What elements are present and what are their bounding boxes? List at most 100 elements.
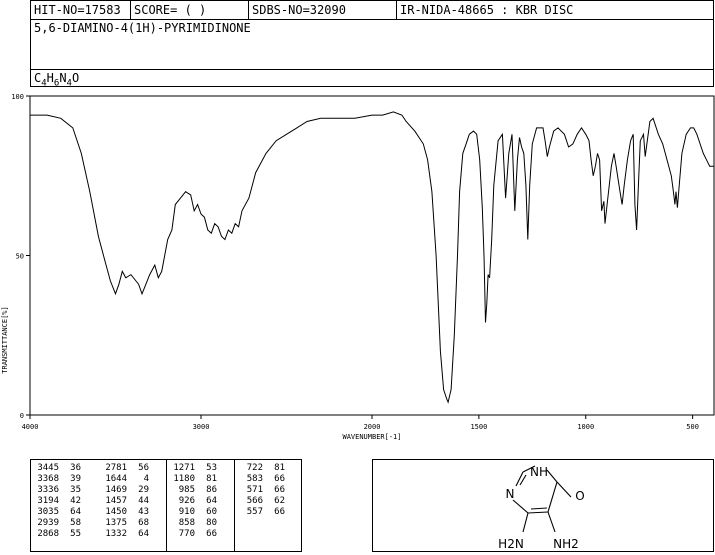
peak-transmittance: 62 [274,496,285,506]
peak-row: 1457 44 [99,496,149,507]
peak-wavenumber: 1271 [173,463,195,473]
y-axis-label: TRANSMITTANCE[%] [1,306,9,373]
score: SCORE= ( ) [134,3,207,17]
molecular-structure: NH N O H2N NH2 [498,465,585,551]
peak-row: 722 81 [235,463,285,474]
peak-wavenumber: 583 [246,474,263,484]
peak-wavenumber: 910 [178,507,195,517]
peak-transmittance: 66 [274,507,285,517]
peak-transmittance: 36 [70,463,81,473]
peak-wavenumber: 3035 [37,507,59,517]
peak-row: 858 80 [167,518,217,529]
peak-row: 557 66 [235,507,285,518]
peak-transmittance: 60 [206,507,217,517]
compound-name: 5,6-DIAMINO-4(1H)-PYRIMIDINONE [34,21,251,35]
peak-row: 910 60 [167,507,217,518]
peak-row: 985 86 [167,485,217,496]
peak-transmittance: 44 [138,496,149,506]
peak-row: 1450 43 [99,507,149,518]
x-tick-label: 3000 [193,423,210,431]
spectrum-line [30,111,714,404]
x-tick-label: 4000 [22,423,39,431]
peak-wavenumber: 2781 [105,463,127,473]
structure-label-n: N [506,487,515,501]
peak-transmittance: 81 [274,463,285,473]
peak-wavenumber: 926 [178,496,195,506]
peak-wavenumber: 2939 [37,518,59,528]
peak-transmittance: 81 [206,474,217,484]
peak-wavenumber: 1332 [105,529,127,539]
peak-wavenumber: 3336 [37,485,59,495]
peak-wavenumber: 1180 [173,474,195,484]
header-divider [396,1,397,19]
peak-column: 2781 56 1644 4 1469 29 1457 44 1450 43 1375 68 1332 6… [99,463,149,540]
header-rule [31,69,713,70]
peak-transmittance: 35 [70,485,81,495]
peak-transmittance: 64 [206,496,217,506]
y-tick-label: 100 [11,93,24,101]
peak-column: 722 81 583 66 571 66 566 62 557 66 [235,463,285,518]
peak-row: 926 64 [167,496,217,507]
peak-row: 3368 39 [31,474,81,485]
peak-table: 3445 36 3368 39 3336 35 3194 42 3035 64 2939 58 2868… [30,459,302,552]
peak-transmittance: 42 [70,496,81,506]
peak-transmittance: 66 [274,485,285,495]
peak-transmittance: 86 [206,485,217,495]
header-rule [31,19,713,20]
peak-wavenumber: 557 [246,507,263,517]
sdbs-number: SDBS-NO=32090 [252,3,346,17]
peak-wavenumber: 1375 [105,518,127,528]
peak-wavenumber: 1644 [105,474,127,484]
peak-wavenumber: 770 [178,529,195,539]
peak-transmittance: 64 [138,529,149,539]
peak-wavenumber: 858 [178,518,195,528]
peak-row: 1180 81 [167,474,217,485]
peak-row: 2939 58 [31,518,81,529]
peak-row: 1332 64 [99,529,149,540]
peak-wavenumber: 3368 [37,474,59,484]
structure-label-nh2: NH2 [553,537,579,551]
structure-label-o: O [575,489,584,503]
plot-frame [29,95,715,416]
peak-row: 3445 36 [31,463,81,474]
peak-transmittance: 39 [70,474,81,484]
peak-wavenumber: 566 [246,496,263,506]
peak-wavenumber: 1469 [105,485,127,495]
peak-transmittance: 29 [138,485,149,495]
x-axis-label: WAVENUMBER[-1] [342,433,401,441]
peak-transmittance: 53 [206,463,217,473]
hit-number: HIT-NO=17583 [34,3,121,17]
header-divider [248,1,249,19]
peak-wavenumber: 985 [178,485,195,495]
header-divider [130,1,131,19]
x-tick-label: 1000 [577,423,594,431]
peak-wavenumber: 571 [246,485,263,495]
structure-label-h2n: H2N [498,537,524,551]
peak-transmittance: 68 [138,518,149,528]
ir-spectrum-chart: 100500 4000 3000 2000 1500 1000 500 WAVENUMBE… [1,93,715,441]
peak-row: 583 66 [235,474,285,485]
peak-row: 1375 68 [99,518,149,529]
peak-row: 2868 55 [31,529,81,540]
y-axis: 100 50 0 [11,93,30,420]
peak-column: 1271 53 1180 81 985 86 926 64 910 60 858 80 770 66 [167,463,217,540]
peak-transmittance: 58 [70,518,81,528]
peak-wavenumber: 1450 [105,507,127,517]
peak-transmittance: 80 [206,518,217,528]
y-tick-label: 50 [16,253,24,261]
x-tick-label: 2000 [364,423,381,431]
peak-wavenumber: 2868 [37,529,59,539]
peak-transmittance: 64 [70,507,81,517]
ir-info: IR-NIDA-48665 : KBR DISC [400,3,574,17]
peak-wavenumber: 1457 [105,496,127,506]
structure-label-nh: NH [530,465,548,479]
peak-row: 1271 53 [167,463,217,474]
peak-transmittance: 56 [138,463,149,473]
y-tick-label: 0 [20,412,24,420]
peak-column: 3445 36 3368 39 3336 35 3194 42 3035 64 2939 58 2868… [31,463,81,540]
peak-wavenumber: 3445 [37,463,59,473]
peak-transmittance: 4 [143,474,149,484]
peak-transmittance: 55 [70,529,81,539]
peak-row: 1469 29 [99,485,149,496]
peak-row: 3336 35 [31,485,81,496]
